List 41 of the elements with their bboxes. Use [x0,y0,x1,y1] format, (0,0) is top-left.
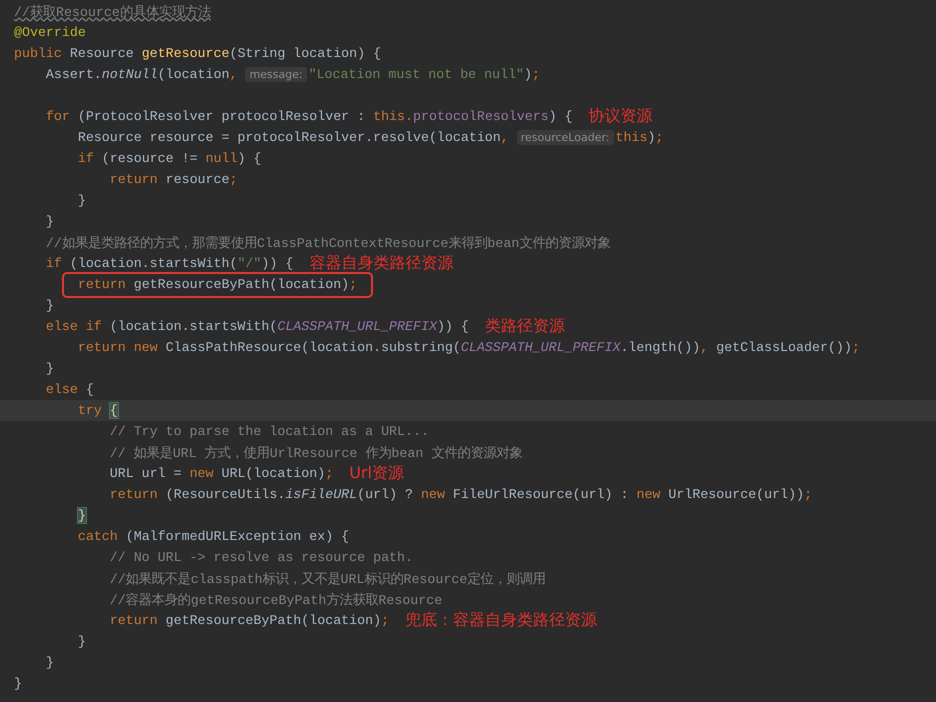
code-text: this); [616,130,664,145]
code-text: } [14,676,22,691]
code-text: if (location.startsWith("/")) { [46,256,294,271]
code-text: } [46,298,54,313]
annotation-label: 容器自身类路径资源 [309,253,454,274]
code-text: else { [46,382,94,397]
code-text: return resource; [110,172,238,187]
code-text: @Override [14,25,86,40]
annotation-label: 类路径资源 [484,316,565,337]
code-text: if (resource != null) { [78,151,262,166]
code-text: URL url = new URL(location); [110,466,334,481]
annotation-label: Url资源 [349,463,404,484]
code-text: // Try to parse the location as a URL... [110,424,429,439]
code-text: Assert.notNull(location, [46,67,238,82]
code-text: return (ResourceUtils.isFileURL(url) ? new FileUrlResource(url) : new UrlResource(url)); [110,487,812,502]
code-text: // 如果是URL 方式，使用UrlResource 作为bean 文件的资源对象 [110,444,522,462]
code-text: } [78,508,86,523]
code-text: } [78,634,86,649]
code-text: catch (MalformedURLException ex) { [78,529,350,544]
code-text: //如果是类路径的方式，那需要使用ClassPathContextResource来得到bean文件的资源对象 [46,234,610,252]
code-text: //如果既不是classpath标识，又不是URL标识的Resource定位，则调用 [110,570,546,588]
code-text: public Resource getResource(String location) { [14,46,382,61]
parameter-hint: resourceLoader: [516,130,614,145]
annotation-label: 协议资源 [588,106,653,127]
code-text: "Location must not be null"); [308,67,540,82]
code-text: return getResourceByPath(location); [78,277,358,292]
code-text: return getResourceByPath(location); [110,613,390,628]
code-text: // No URL -> resolve as resource path. [110,550,413,565]
code-text: try { [78,403,118,418]
code-text: } [46,361,54,376]
code-text: return new ClassPathResource(location.substring(CLASSPATH_URL_PREFIX.length()), getClassLoader()); [78,340,860,355]
code-text: } [46,655,54,670]
parameter-hint: message: [245,67,307,82]
code-text: //容器本身的getResourceByPath方法获取Resource [110,592,442,608]
code-text: for (ProtocolResolver protocolResolver : this.protocolResolvers) { [46,109,573,124]
code-text: else if (location.startsWith(CLASSPATH_URL_PREFIX)) { [46,319,469,334]
code-text: //获取Resource的具体实现方法 [14,4,211,20]
code-text: Resource resource = protocolResolver.resolve(location, [78,130,510,145]
annotation-label: 兜底：容器自身类路径资源 [405,610,598,631]
code-text: } [46,214,54,229]
code-text: } [78,193,86,208]
